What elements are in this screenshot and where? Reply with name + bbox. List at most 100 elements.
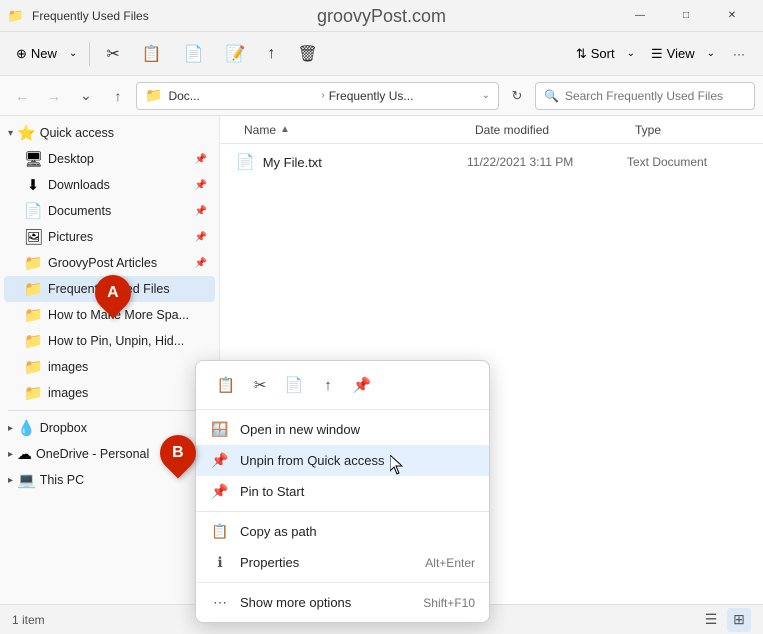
badge-b-label: B <box>172 444 184 462</box>
view-icon: ☰ <box>651 46 663 62</box>
sort-button[interactable]: ⇅ Sort ⌄ <box>568 36 641 72</box>
copy-icon: 📋 <box>142 44 162 64</box>
file-icon-txt: 📄 <box>236 153 255 171</box>
cm-properties-icon: ℹ <box>210 554 230 571</box>
thispc-arrow: ▸ <box>8 475 13 486</box>
cm-properties-shortcut: Alt+Enter <box>425 556 475 570</box>
search-input[interactable] <box>565 89 746 103</box>
col-header-date[interactable]: Date modified <box>467 119 627 141</box>
sort-dropdown-arrow[interactable]: ⌄ <box>621 44 641 63</box>
path-doc: Doc... <box>168 89 317 103</box>
refresh-button[interactable]: ↻ <box>503 82 531 110</box>
cm-share-icon-btn[interactable]: ↑ <box>312 369 344 401</box>
pin-icon-groovypost: 📌 <box>195 258 207 269</box>
sidebar-item-downloads[interactable]: ⬇ Downloads 📌 <box>4 172 215 198</box>
new-label: New <box>31 46 57 61</box>
sidebar-item-groovypost[interactable]: 📁 GroovyPost Articles 📌 <box>4 250 215 276</box>
title-bar: 📁 Frequently Used Files groovyPost.com —… <box>0 0 763 32</box>
cm-show-more-shortcut: Shift+F10 <box>423 596 475 610</box>
sidebar-divider-1 <box>8 410 211 411</box>
delete-button[interactable]: 🗑 <box>287 36 327 72</box>
address-bar: ← → ⌄ ↑ 📁 Doc... › Frequently Us... ⌄ ↻ … <box>0 76 763 116</box>
cm-pin-icon-btn[interactable]: 📌 <box>346 369 378 401</box>
dropbox-icon: 💧 <box>17 419 36 437</box>
dropbox-label: Dropbox <box>40 421 87 435</box>
recent-locations-button[interactable]: ⌄ <box>72 82 100 110</box>
new-icon: ⊕ <box>16 46 27 62</box>
cm-show-more-options[interactable]: ⋯ Show more options Shift+F10 <box>196 587 489 618</box>
badge-a-label: A <box>107 284 119 302</box>
sort-label: Sort <box>591 46 615 61</box>
sidebar-item-desktop[interactable]: 🖥 Desktop 📌 <box>4 146 215 172</box>
quick-access-arrow: ▾ <box>8 128 13 139</box>
rename-icon: 📝 <box>226 44 246 64</box>
cm-pin-to-start[interactable]: 📌 Pin to Start <box>196 476 489 507</box>
search-icon: 🔍 <box>544 89 559 103</box>
col-header-type[interactable]: Type <box>627 119 747 141</box>
col-name-label: Name <box>244 123 276 137</box>
sidebar-item-images-2[interactable]: 📁 images <box>4 380 215 406</box>
file-date-myfile: 11/22/2021 3:11 PM <box>467 155 627 169</box>
path-folder-icon: 📁 <box>145 87 162 104</box>
address-path[interactable]: 📁 Doc... › Frequently Us... ⌄ <box>136 82 499 110</box>
cm-divider-bot <box>196 582 489 583</box>
view-button[interactable]: ☰ View ⌄ <box>643 36 721 72</box>
thispc-label: This PC <box>40 473 84 487</box>
detail-view-button[interactable]: ⊞ <box>727 608 751 632</box>
new-button[interactable]: ⊕ New ⌄ <box>8 36 83 72</box>
sidebar-item-documents[interactable]: 📄 Documents 📌 <box>4 198 215 224</box>
back-button[interactable]: ← <box>8 82 36 110</box>
cm-copy-as-path[interactable]: 📋 Copy as path <box>196 516 489 547</box>
up-button[interactable]: ↑ <box>104 82 132 110</box>
more-icon: ··· <box>733 47 745 61</box>
quick-access-star-icon: ⭐ <box>17 124 36 142</box>
file-type-myfile: Text Document <box>627 155 747 169</box>
sidebar-label-howto-spa: How to Make More Spa... <box>48 308 207 322</box>
cm-cut-icon-btn[interactable]: ✂ <box>244 369 276 401</box>
search-box[interactable]: 🔍 <box>535 82 755 110</box>
cm-open-new-window[interactable]: 🪟 Open in new window <box>196 414 489 445</box>
new-dropdown-arrow[interactable]: ⌄ <box>63 44 83 63</box>
sidebar-label-desktop: Desktop <box>48 152 189 166</box>
sidebar-group-quick-access[interactable]: ▾ ⭐ Quick access <box>0 120 219 146</box>
share-button[interactable]: ↑ <box>257 36 285 72</box>
sidebar-label-groovypost: GroovyPost Articles <box>48 256 189 270</box>
cm-copy-path-icon: 📋 <box>210 523 230 540</box>
images1-icon: 📁 <box>24 358 42 376</box>
sidebar-label-images1: images <box>48 360 207 374</box>
copy-button[interactable]: 📋 <box>132 36 172 72</box>
sidebar-group-thispc[interactable]: ▸ 💻 This PC <box>0 467 219 493</box>
cm-copy-path-label: Copy as path <box>240 524 475 539</box>
sidebar-label-downloads: Downloads <box>48 178 189 192</box>
cm-properties[interactable]: ℹ Properties Alt+Enter <box>196 547 489 578</box>
minimize-button[interactable]: — <box>617 0 663 32</box>
share-icon: ↑ <box>267 45 275 63</box>
path-dropdown-arrow[interactable]: ⌄ <box>482 90 490 101</box>
cut-button[interactable]: ✂ <box>96 36 129 72</box>
frequently-used-icon: 📁 <box>24 280 42 298</box>
maximize-button[interactable]: □ <box>663 0 709 32</box>
more-options-button[interactable]: ··· <box>723 36 755 72</box>
forward-button[interactable]: → <box>40 82 68 110</box>
sidebar-item-howto-pin[interactable]: 📁 How to Pin, Unpin, Hid... <box>4 328 215 354</box>
toolbar-separator-1 <box>89 42 90 66</box>
col-header-name[interactable]: Name ▲ <box>236 119 467 141</box>
sidebar-item-pictures[interactable]: 🖼 Pictures 📌 <box>4 224 215 250</box>
path-folder: Frequently Us... <box>329 89 478 103</box>
close-button[interactable]: ✕ <box>709 0 755 32</box>
rename-button[interactable]: 📝 <box>216 36 256 72</box>
sidebar: ▾ ⭐ Quick access 🖥 Desktop 📌 ⬇ Downloads… <box>0 116 220 604</box>
cm-copy-icon-btn[interactable]: 📋 <box>210 369 242 401</box>
cm-paste-icon-btn[interactable]: 📄 <box>278 369 310 401</box>
file-name-myfile: My File.txt <box>263 155 467 170</box>
col-sort-arrow: ▲ <box>280 124 290 135</box>
cm-divider-mid <box>196 511 489 512</box>
view-dropdown-arrow[interactable]: ⌄ <box>701 44 721 63</box>
howto-spa-icon: 📁 <box>24 306 42 324</box>
sidebar-item-images-1[interactable]: 📁 images <box>4 354 215 380</box>
paste-button[interactable]: 📄 <box>174 36 214 72</box>
file-item-myfile[interactable]: 📄 My File.txt 11/22/2021 3:11 PM Text Do… <box>220 148 763 176</box>
cm-unpin-quick-access[interactable]: 📌 Unpin from Quick access <box>196 445 489 476</box>
cm-divider-top <box>196 409 489 410</box>
list-view-button[interactable]: ☰ <box>699 608 723 632</box>
